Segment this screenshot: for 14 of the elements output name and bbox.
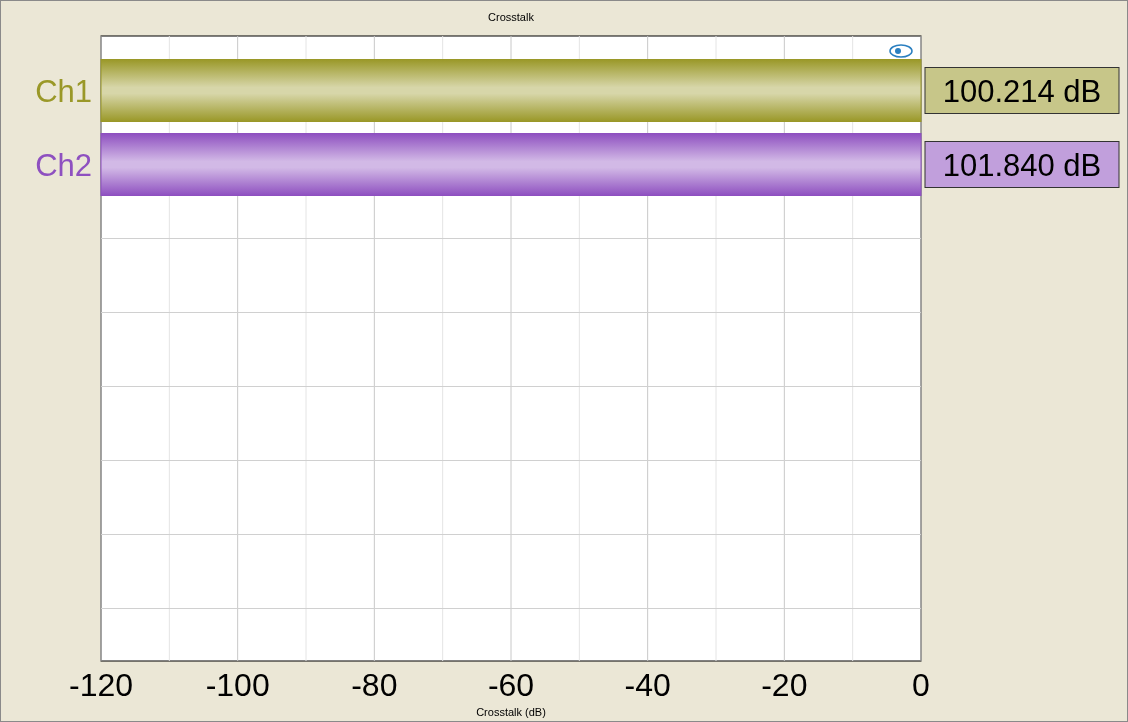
axis-title: Crosstalk (dB): [476, 706, 546, 718]
axis-tick-label: -60: [487, 667, 535, 703]
channel-label: Ch2: [35, 147, 92, 183]
axis-tick-label: -80: [351, 667, 398, 703]
axis-tick-label: -120: [69, 667, 133, 703]
logo-icon: [889, 44, 913, 58]
chart-title: Crosstalk: [488, 11, 534, 23]
channel-label: Ch1: [35, 73, 92, 109]
axis-tick-label: 0: [912, 667, 930, 703]
axis-tick-label: -20: [761, 667, 808, 703]
axis-tick-label: -40: [624, 667, 671, 703]
value-readout: 100.214 dB: [924, 67, 1120, 114]
axis-tick-label: -100: [205, 667, 270, 703]
value-readout: 101.840 dB: [924, 141, 1120, 188]
